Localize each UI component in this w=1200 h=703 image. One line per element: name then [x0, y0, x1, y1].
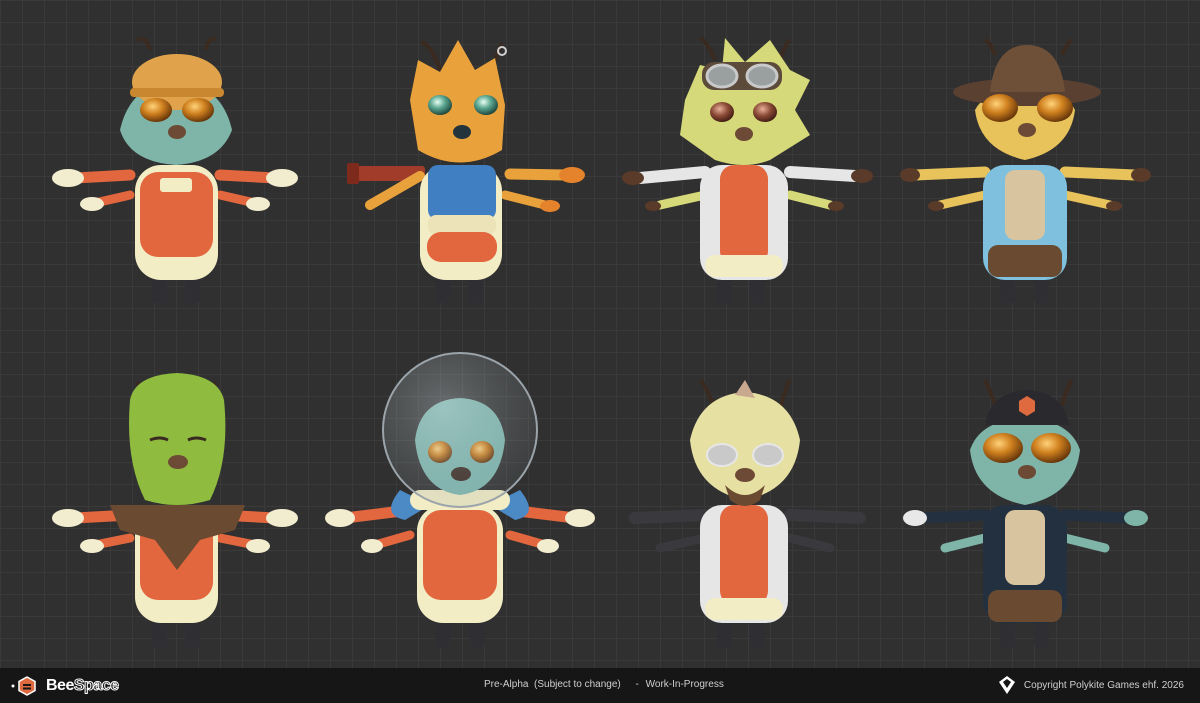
- character-elder-scientist: [629, 378, 866, 648]
- brand-word-bee: Bee: [46, 676, 74, 694]
- copyright-text: Copyright Polykite Games ehf. 2026: [1023, 679, 1184, 691]
- character-cap-pilot: [903, 378, 1148, 648]
- character-green-scout: [52, 373, 298, 648]
- character-spiky-orange: [347, 40, 585, 303]
- character-lineup: [52, 36, 1151, 648]
- beespace-logo: BeeSpace: [10, 673, 119, 698]
- hexagon-logo-icon: [11, 675, 36, 696]
- brand-word-space: Space: [73, 676, 119, 694]
- character-lineup-viewport: [0, 0, 1200, 668]
- character-cowboy-hawaiian: [900, 38, 1151, 303]
- build-status: Pre-Alpha (Subject to change) - Work-In-…: [484, 679, 728, 690]
- brand-name: BeeSpace: [46, 676, 119, 695]
- status-separator: -: [635, 679, 639, 690]
- copyright-block: Copyright Polykite Games ehf. 2026: [998, 675, 1184, 695]
- progress-text: Work-In-Progress: [645, 679, 724, 690]
- polykite-logo-icon: [998, 676, 1015, 694]
- status-text: Pre-Alpha (Subject to change): [484, 679, 621, 690]
- character-goggles-scientist: [622, 36, 873, 303]
- character-astronaut: [325, 352, 595, 648]
- footer-bar: BeeSpace Pre-Alpha (Subject to change) -…: [0, 668, 1200, 703]
- character-hardhat-worker: [52, 36, 298, 303]
